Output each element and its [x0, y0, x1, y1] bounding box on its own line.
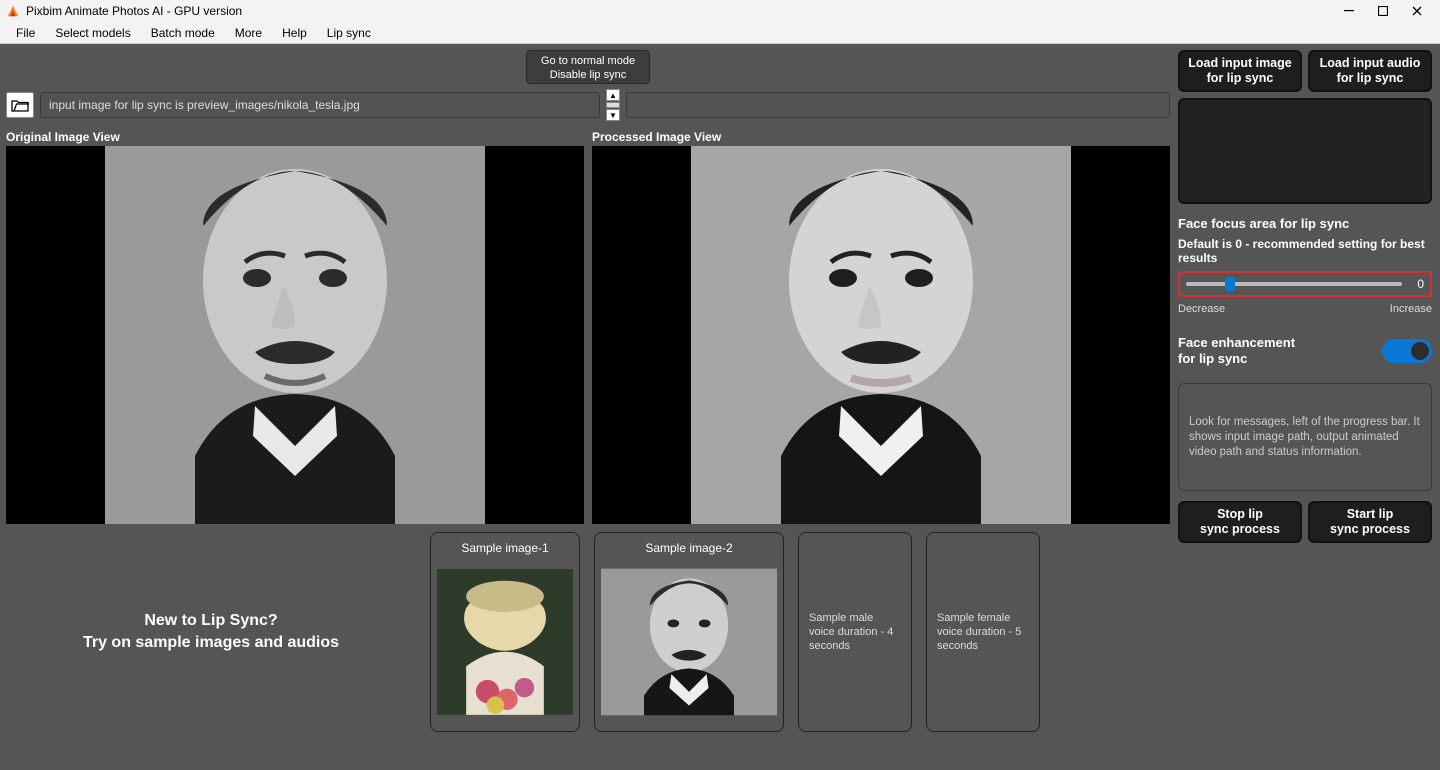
path-row: input image for lip sync is preview_imag…	[6, 90, 1170, 120]
sample-image-2[interactable]: Sample image-2	[594, 532, 784, 732]
minimize-button[interactable]	[1332, 0, 1366, 22]
intro-text: New to Lip Sync? Try on sample images an…	[6, 532, 416, 732]
focus-slider-value: 0	[1408, 277, 1424, 291]
mode-line1: Go to normal mode	[541, 55, 635, 67]
processed-image-view	[592, 146, 1170, 524]
menu-help[interactable]: Help	[272, 24, 317, 42]
start-lip-sync-button[interactable]: Start lipsync process	[1308, 501, 1432, 543]
sample-image-2-caption: Sample image-2	[645, 541, 732, 555]
sample-image-1[interactable]: Sample image-1	[430, 532, 580, 732]
image-path-field[interactable]: input image for lip sync is preview_imag…	[40, 92, 600, 118]
menu-batch-mode[interactable]: Batch mode	[141, 24, 225, 42]
step-up-button[interactable]: ▲	[606, 89, 620, 101]
focus-slider-wrap: 0	[1178, 271, 1432, 297]
menu-lip-sync[interactable]: Lip sync	[317, 24, 381, 42]
audio-path-field[interactable]	[626, 92, 1170, 118]
status-message-box: Look for messages, left of the progress …	[1178, 383, 1432, 491]
focus-subheader: Default is 0 - recommended setting for b…	[1178, 237, 1432, 265]
titlebar: Pixbim Animate Photos AI - GPU version	[0, 0, 1440, 22]
enhancement-label: Face enhancement for lip sync	[1178, 335, 1295, 367]
maximize-button[interactable]	[1366, 0, 1400, 22]
main-area: Go to normal mode Disable lip sync input…	[0, 44, 1174, 770]
app-icon	[6, 4, 20, 18]
open-folder-button[interactable]	[6, 92, 34, 118]
menu-more[interactable]: More	[225, 24, 272, 42]
sample-image-1-caption: Sample image-1	[461, 541, 548, 555]
sample-female-voice[interactable]: Sample female voice duration - 5 seconds	[926, 532, 1040, 732]
focus-slider[interactable]	[1186, 277, 1402, 291]
sample-male-voice-text: Sample male voice duration - 4 seconds	[805, 541, 905, 723]
window-title: Pixbim Animate Photos AI - GPU version	[26, 4, 1332, 18]
mode-line2: Disable lip sync	[550, 69, 626, 81]
stepper: ▲ ▼	[606, 89, 620, 121]
sample-image-2-thumb	[601, 561, 777, 723]
sample-female-voice-text: Sample female voice duration - 5 seconds	[933, 541, 1033, 723]
stop-lip-sync-button[interactable]: Stop lipsync process	[1178, 501, 1302, 543]
original-image-view	[6, 146, 584, 524]
menu-select-models[interactable]: Select models	[45, 24, 140, 42]
menubar: File Select models Batch mode More Help …	[0, 22, 1440, 44]
sample-image-1-thumb	[437, 561, 573, 723]
step-down-button[interactable]: ▼	[606, 109, 620, 121]
decrease-label: Decrease	[1178, 303, 1225, 315]
increase-label: Increase	[1390, 303, 1432, 315]
toggle-mode-button[interactable]: Go to normal mode Disable lip sync	[526, 50, 650, 84]
load-input-image-button[interactable]: Load input imagefor lip sync	[1178, 50, 1302, 92]
close-button[interactable]	[1400, 0, 1434, 22]
sidebar: Load input imagefor lip sync Load input …	[1174, 44, 1440, 770]
menu-file[interactable]: File	[6, 24, 45, 42]
enhancement-toggle[interactable]	[1382, 339, 1432, 363]
audio-preview-box	[1178, 98, 1432, 204]
step-mid	[606, 102, 620, 108]
sample-male-voice[interactable]: Sample male voice duration - 4 seconds	[798, 532, 912, 732]
focus-header: Face focus area for lip sync	[1178, 216, 1432, 231]
load-input-audio-button[interactable]: Load input audiofor lip sync	[1308, 50, 1432, 92]
original-view-label: Original Image View	[6, 130, 584, 144]
processed-view-label: Processed Image View	[592, 130, 1170, 144]
